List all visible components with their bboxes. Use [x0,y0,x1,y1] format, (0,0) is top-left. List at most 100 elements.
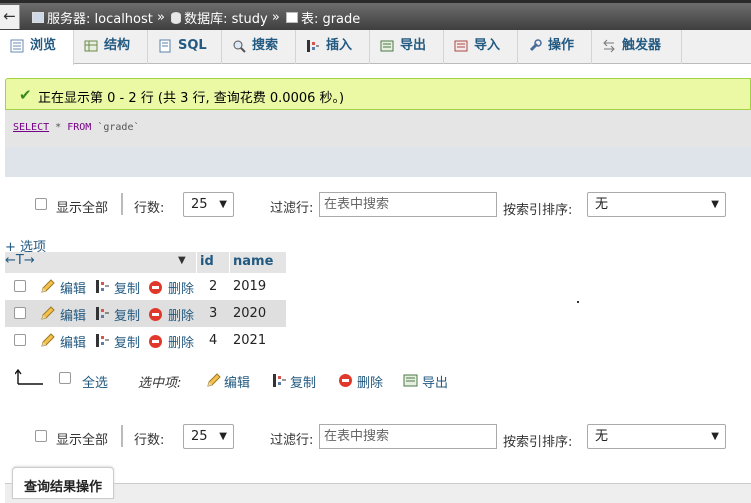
tab-structure[interactable]: 结构 [74,30,148,64]
sort-select[interactable]: 无 ▼ [587,192,726,217]
sql-star: * [55,122,62,133]
cell-name[interactable]: 2020 [233,306,266,321]
table-row: 编辑 复制 删除 4 2021 [5,327,286,354]
pencil-icon[interactable] [40,279,55,294]
delete-icon[interactable] [149,281,162,294]
select-arrow-icon [15,368,43,385]
cell-name[interactable]: 2019 [233,279,266,294]
filter-input[interactable] [319,424,497,449]
column-header-name[interactable]: name [233,254,273,269]
cell-id[interactable]: 3 [209,306,217,321]
tab-label: 插入 [326,38,353,53]
bulk-copy-button[interactable]: 复制 [290,372,316,391]
check-icon: ✔ [19,86,32,104]
pencil-icon[interactable] [206,373,221,388]
wrench-icon [529,39,542,52]
copy-link[interactable]: 复制 [114,332,140,351]
divider [121,193,123,215]
database-icon [171,11,182,24]
breadcrumb-database[interactable]: 数据库: study [184,12,268,27]
delete-icon[interactable] [339,374,352,387]
column-resize-arrows[interactable]: ←T→ [5,253,35,268]
edit-link[interactable]: 编辑 [60,278,86,297]
bulk-actions-bar: 全选 选中项: 编辑 复制 删除 导出 [0,365,751,395]
copy-icon[interactable] [272,373,287,388]
message-text: 正在显示第 0 - 2 行 (共 3 行, 查询花费 0.0006 秒。) [38,91,345,106]
pencil-icon[interactable] [40,333,55,348]
select-all-link[interactable]: 全选 [82,372,108,391]
pencil-icon[interactable] [40,306,55,321]
result-operations-tab[interactable]: 查询结果操作 [12,467,114,499]
sort-menu-icon[interactable]: ▼ [178,255,186,266]
sql-keyword-select[interactable]: SELECT [13,122,49,133]
copy-icon[interactable] [95,306,110,321]
copy-link[interactable]: 复制 [114,305,140,324]
cell-name[interactable]: 2021 [233,333,266,348]
breadcrumb-server[interactable]: 服务器: localhost [47,12,153,27]
result-operations-panel [5,483,751,503]
tab-operations[interactable]: 操作 [518,30,592,64]
tab-label: 搜索 [252,38,279,53]
export-icon[interactable] [403,373,418,388]
export-icon [380,40,394,52]
tab-sql[interactable]: SQL [148,30,222,64]
tab-import[interactable]: 导入 [444,30,518,64]
bulk-edit-button[interactable]: 编辑 [224,372,250,391]
breadcrumb-bar: ← 服务器: localhost » 数据库: study » 表: grade [0,0,751,30]
table-row: 编辑 复制 删除 3 2020 [5,300,286,327]
select-all-checkbox[interactable] [59,372,71,384]
copy-link[interactable]: 复制 [114,278,140,297]
delete-link[interactable]: 删除 [168,332,194,351]
bulk-export-button[interactable]: 导出 [422,372,448,391]
edit-link[interactable]: 编辑 [60,332,86,351]
rows-value: 25 [191,197,208,212]
filter-label: 过滤行: [270,433,314,448]
row-checkbox[interactable] [14,334,26,346]
filter-input[interactable] [319,192,497,217]
delete-link[interactable]: 删除 [168,305,194,324]
breadcrumb-separator: » [157,10,165,25]
divider [121,425,123,447]
show-all-checkbox[interactable] [35,430,47,442]
copy-icon[interactable] [95,279,110,294]
sql-table: `grade` [97,122,140,133]
bulk-delete-button[interactable]: 删除 [357,372,383,391]
tab-label: 导入 [474,38,501,53]
browse-icon [10,39,24,53]
table-header: ←T→ ▼ id name [5,252,286,273]
rows-select[interactable]: 25 ▼ [183,192,234,217]
sql-query-box[interactable]: SELECT * FROM `grade` [5,110,751,147]
column-divider [196,252,197,273]
tab-export[interactable]: 导出 [370,30,444,64]
sql-icon [159,39,171,53]
search-icon [233,40,246,53]
delete-link[interactable]: 删除 [168,278,194,297]
delete-icon[interactable] [149,308,162,321]
back-arrow-icon[interactable]: ← [0,5,20,29]
tab-triggers[interactable]: 触发器 [592,30,682,64]
sql-toolbar [5,147,751,177]
row-checkbox[interactable] [14,280,26,292]
row-checkbox[interactable] [14,307,26,319]
table-row: 编辑 复制 删除 2 2019 [5,273,286,300]
cell-id[interactable]: 4 [209,333,217,348]
copy-icon[interactable] [95,333,110,348]
show-all-checkbox[interactable] [35,198,47,210]
tab-insert[interactable]: 插入 [296,30,370,64]
delete-icon[interactable] [149,335,162,348]
column-header-id[interactable]: id [200,254,214,269]
show-all-label: 显示全部 [56,201,109,216]
sql-keyword-from: FROM [67,122,92,133]
cell-id[interactable]: 2 [209,279,217,294]
tab-browse[interactable]: 浏览 [0,30,74,65]
chevron-down-icon: ▼ [711,199,719,210]
column-divider [229,252,230,273]
success-message: ✔ 正在显示第 0 - 2 行 (共 3 行, 查询花费 0.0006 秒。) [5,78,751,110]
breadcrumb-table[interactable]: 表: grade [301,12,360,27]
edit-link[interactable]: 编辑 [60,305,86,324]
chevron-down-icon: ▼ [219,199,227,210]
sort-select[interactable]: 无 ▼ [587,424,726,449]
rows-select[interactable]: 25 ▼ [183,424,234,449]
result-operations-label: 查询结果操作 [24,480,103,495]
tab-search[interactable]: 搜索 [222,30,296,64]
